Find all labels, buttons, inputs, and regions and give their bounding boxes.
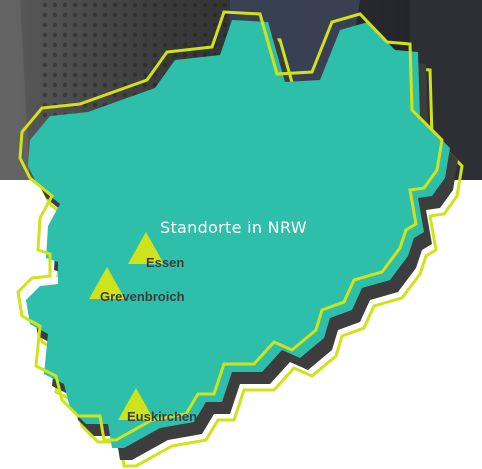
location-label: Essen <box>146 255 185 270</box>
location-label: Euskirchen <box>127 409 198 424</box>
location-label: Grevenbroich <box>100 289 185 304</box>
map-title: Standorte in NRW <box>160 218 307 237</box>
